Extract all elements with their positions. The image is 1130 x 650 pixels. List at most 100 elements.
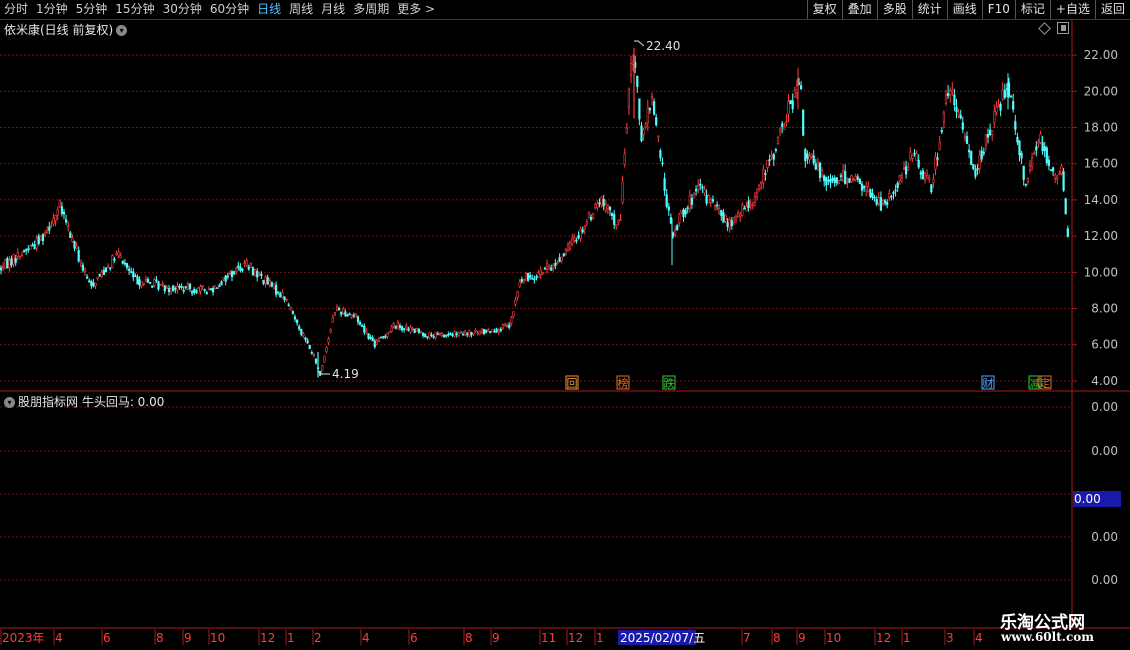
candle-body xyxy=(142,282,145,285)
candle-body xyxy=(428,332,431,338)
candle-body xyxy=(953,94,956,106)
candle-body xyxy=(207,288,211,291)
date-label: 6 xyxy=(103,631,111,645)
candle-body xyxy=(10,258,13,266)
candle-body xyxy=(379,336,383,339)
kline-chart[interactable]: 回榜跌财减定 22.404.19 22.0020.0018.0016.0014.… xyxy=(0,0,1130,650)
candle-body xyxy=(333,312,337,316)
candle-body xyxy=(564,249,567,255)
candle-body xyxy=(434,332,437,338)
candle-body xyxy=(942,112,945,122)
candle-body xyxy=(724,214,727,222)
candle-body xyxy=(140,281,143,287)
candle-body xyxy=(398,325,402,328)
candle-body xyxy=(491,329,494,333)
candle-body xyxy=(663,178,666,191)
candle-body xyxy=(785,121,788,124)
candle-body xyxy=(20,254,24,257)
candle-body xyxy=(793,89,796,98)
candle-body xyxy=(644,124,647,128)
event-marker[interactable]: 定 xyxy=(1038,375,1052,390)
candle-body xyxy=(323,355,326,363)
candle-body xyxy=(566,243,570,252)
price-tick-label: 6.00 xyxy=(1091,338,1118,352)
candle-body xyxy=(581,229,584,233)
candle-body xyxy=(1043,146,1046,151)
candle-body xyxy=(245,260,248,266)
candle-body xyxy=(247,266,250,270)
candle-body xyxy=(375,340,379,345)
candle-body xyxy=(1014,121,1017,130)
candle-body xyxy=(277,291,280,294)
candle-body xyxy=(529,275,532,278)
candle-body xyxy=(1033,152,1036,155)
candle-body xyxy=(623,153,626,165)
candle-body xyxy=(470,332,473,336)
candle-body xyxy=(138,279,141,286)
candle-body xyxy=(951,89,954,93)
candle-body xyxy=(526,272,530,281)
candle-body xyxy=(274,285,278,295)
candle-body xyxy=(31,244,34,247)
candle-body xyxy=(390,326,393,332)
candle-body xyxy=(503,324,507,327)
candle-body xyxy=(90,281,93,286)
candle-body xyxy=(159,284,162,286)
candle-body xyxy=(260,273,263,277)
brand-url: www.60lt.com xyxy=(1001,630,1094,644)
candle-body xyxy=(619,219,622,221)
candle-body xyxy=(1062,171,1065,191)
candle-body xyxy=(881,200,885,204)
candle-body xyxy=(241,268,244,271)
candle-body xyxy=(772,154,775,160)
event-marker[interactable]: 回 xyxy=(565,375,579,390)
candle-body xyxy=(537,272,540,278)
candle-body xyxy=(388,331,391,334)
watermark-brand: 乐淘公式网 www.60lt.com xyxy=(985,606,1130,650)
candle-body xyxy=(818,162,822,178)
candle-body xyxy=(56,209,59,216)
event-marker-label: 回 xyxy=(567,377,578,390)
candle-body xyxy=(268,280,271,286)
indicator-collapse-icon[interactable]: ▾ xyxy=(4,397,15,408)
candle-body xyxy=(482,328,486,334)
event-marker[interactable]: 榜 xyxy=(616,375,630,390)
candle-body xyxy=(789,100,792,105)
candle-body xyxy=(909,151,912,160)
candle-body xyxy=(77,250,80,262)
candle-body xyxy=(587,212,591,219)
candle-body xyxy=(468,330,471,337)
date-label: 9 xyxy=(492,631,500,645)
event-marker-label: 财 xyxy=(983,376,994,390)
candle-body xyxy=(203,289,206,291)
candle-body xyxy=(287,304,290,307)
candle-body xyxy=(426,336,429,338)
candle-body xyxy=(873,196,876,199)
candle-body xyxy=(823,175,826,182)
candle-body xyxy=(60,206,63,214)
candle-body xyxy=(1066,228,1069,237)
candle-body xyxy=(27,248,30,251)
candle-body xyxy=(176,285,179,291)
candle-body xyxy=(256,270,259,278)
event-marker[interactable]: 跌 xyxy=(662,375,676,390)
indicator-header-label: 股朋指标网 牛头回马: 0.00 xyxy=(18,395,165,409)
candle-body xyxy=(445,334,448,337)
candle-body xyxy=(755,192,759,198)
candle-body xyxy=(778,128,782,132)
date-label: 1 xyxy=(596,631,604,645)
candle-body xyxy=(598,202,601,205)
candle-body xyxy=(1031,157,1034,167)
candle-body xyxy=(279,293,282,298)
candle-body xyxy=(1041,142,1044,152)
candle-body xyxy=(113,258,116,261)
candle-body xyxy=(52,218,55,225)
indicator-title: ▾ 股朋指标网 牛头回马: 0.00 xyxy=(4,393,164,410)
candle-body xyxy=(369,336,372,339)
candle-body xyxy=(963,135,966,138)
candle-body xyxy=(310,352,313,354)
event-marker[interactable]: 财 xyxy=(981,375,995,390)
candle-body xyxy=(214,285,217,289)
candle-body xyxy=(132,271,135,278)
candle-body xyxy=(709,199,712,203)
